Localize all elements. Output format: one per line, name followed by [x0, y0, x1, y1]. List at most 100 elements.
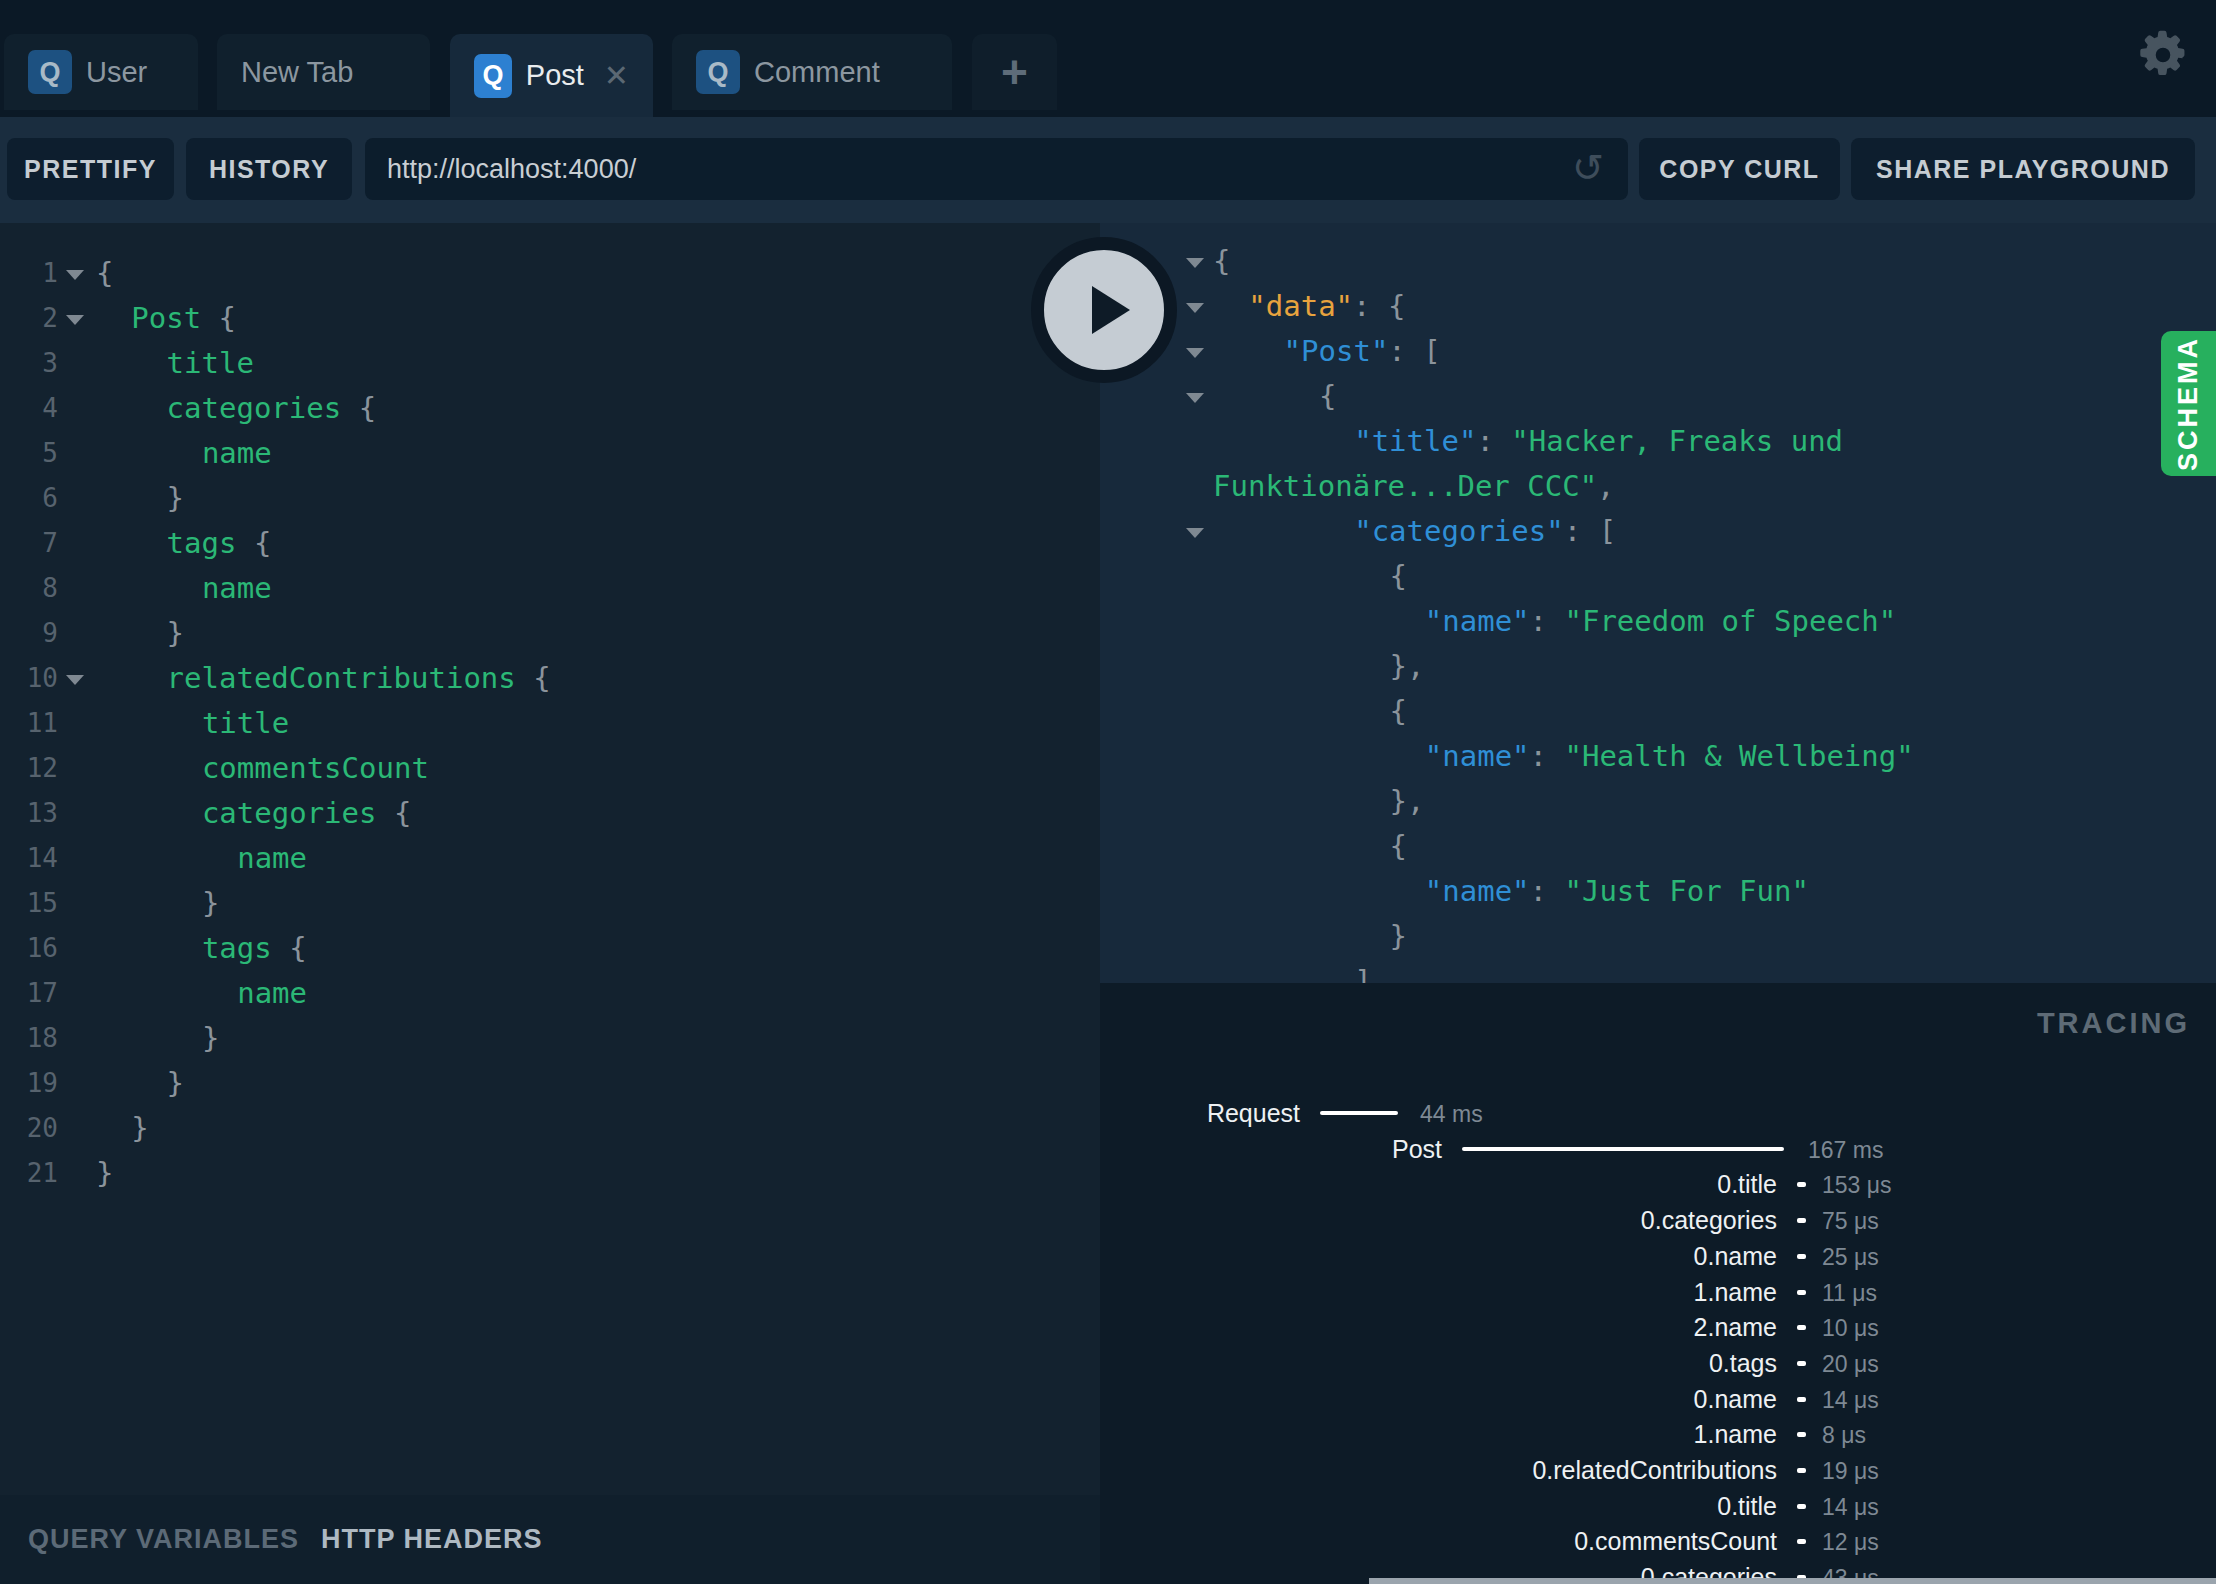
trace-duration-bar: [1797, 1290, 1806, 1295]
trace-duration-bar: [1320, 1111, 1398, 1115]
line-number: 12: [0, 746, 58, 791]
response-line: "name": "Just For Fun": [1100, 869, 2216, 914]
query-line: 5name: [0, 431, 1100, 476]
trace-duration-text: 19 μs: [1822, 1454, 1879, 1488]
tab-post[interactable]: QPost✕: [450, 34, 653, 117]
settings-gear-icon[interactable]: [2138, 30, 2188, 80]
query-line: 2Post {: [0, 296, 1100, 341]
query-line: 19}: [0, 1061, 1100, 1106]
fold-arrow-icon[interactable]: [66, 315, 84, 325]
trace-duration-text: 75 μs: [1822, 1204, 1879, 1238]
fold-arrow-icon[interactable]: [1186, 303, 1204, 313]
line-number: 17: [0, 971, 58, 1016]
history-button[interactable]: HISTORY: [186, 138, 352, 200]
query-variables-button[interactable]: QUERY VARIABLES: [28, 1524, 299, 1555]
trace-row: Post167 ms: [1100, 1132, 2216, 1166]
trace-label: 0.commentsCount: [1574, 1524, 1777, 1558]
query-line: 15}: [0, 881, 1100, 926]
trace-duration-bar: [1462, 1147, 1784, 1151]
query-type-badge: Q: [696, 50, 740, 94]
fold-arrow-icon[interactable]: [1186, 393, 1204, 403]
fold-arrow-icon[interactable]: [1186, 258, 1204, 268]
trace-duration-bar: [1797, 1254, 1806, 1259]
line-number: 16: [0, 926, 58, 971]
trace-duration-bar: [1797, 1504, 1806, 1509]
trace-row: 0.name14 μs: [1100, 1382, 2216, 1416]
trace-duration-bar: [1797, 1361, 1806, 1366]
query-line: 6}: [0, 476, 1100, 521]
query-line: 10relatedContributions {: [0, 656, 1100, 701]
response-line: {: [1100, 824, 2216, 869]
trace-duration-text: 44 ms: [1420, 1097, 1483, 1131]
line-number: 4: [0, 386, 58, 431]
response-line: "data": {: [1100, 284, 2216, 329]
share-playground-button[interactable]: SHARE PLAYGROUND: [1851, 138, 2195, 200]
trace-duration-bar: [1797, 1468, 1806, 1473]
tab-new-tab[interactable]: New Tab: [217, 34, 430, 110]
trace-label: Request: [1207, 1096, 1300, 1130]
tab-label: Post: [526, 59, 584, 92]
tracing-panel: TRACING Request44 msPost167 ms0.title153…: [1100, 983, 2216, 1584]
trace-row: 2.name10 μs: [1100, 1310, 2216, 1344]
schema-tab-button[interactable]: SCHEMA: [2161, 331, 2216, 476]
line-number: 20: [0, 1106, 58, 1151]
query-line: 16tags {: [0, 926, 1100, 971]
trace-row: 0.commentsCount 12 μs: [1100, 1524, 2216, 1558]
query-line: 20}: [0, 1106, 1100, 1151]
line-number: 9: [0, 611, 58, 656]
trace-duration-text: 153 μs: [1822, 1168, 1892, 1202]
reload-icon[interactable]: ↺: [1572, 149, 1610, 187]
response-line: {: [1100, 689, 2216, 734]
query-editor[interactable]: 1{2Post {3title4categories {5name6}7tags…: [0, 223, 1100, 1495]
line-number: 15: [0, 881, 58, 926]
line-number: 14: [0, 836, 58, 881]
line-number: 10: [0, 656, 58, 701]
trace-label: 0.tags: [1709, 1346, 1777, 1380]
query-line: 17name: [0, 971, 1100, 1016]
fold-arrow-icon[interactable]: [1186, 348, 1204, 358]
line-number: 7: [0, 521, 58, 566]
trace-row: 0.tags20 μs: [1100, 1346, 2216, 1380]
trace-duration-text: 12 μs: [1822, 1525, 1879, 1559]
graphql-playground: QUserNew Tab Q Post ✕ QComment + PRETTIFY HIS…: [0, 0, 2216, 1584]
trace-label: 0.relatedContributions: [1532, 1453, 1777, 1487]
trace-duration-text: 8 μs: [1822, 1418, 1866, 1452]
response-line: {: [1100, 554, 2216, 599]
endpoint-url-input[interactable]: http://localhost:4000/ ↺: [365, 138, 1628, 200]
close-tab-icon[interactable]: ✕: [604, 58, 629, 93]
trace-label: 0.title: [1717, 1167, 1777, 1201]
execute-query-button[interactable]: [1031, 237, 1177, 383]
play-icon: [1092, 286, 1130, 334]
line-number: 5: [0, 431, 58, 476]
schema-tab-label: SCHEMA: [2173, 336, 2204, 471]
trace-duration-bar: [1797, 1397, 1806, 1402]
query-line: 14name: [0, 836, 1100, 881]
tracing-title: TRACING: [2037, 1007, 2190, 1040]
line-number: 19: [0, 1061, 58, 1106]
response-line: ]: [1100, 959, 2216, 983]
new-tab-button[interactable]: +: [972, 34, 1057, 110]
response-line: "Post": [: [1100, 329, 2216, 374]
trace-label: 0.title: [1717, 1489, 1777, 1523]
toolbar: PRETTIFY HISTORY http://localhost:4000/ …: [0, 117, 2216, 223]
trace-label: 0.categories: [1641, 1203, 1777, 1237]
tab-user[interactable]: QUser: [4, 34, 198, 110]
prettify-button[interactable]: PRETTIFY: [7, 138, 174, 200]
tab-comment[interactable]: QComment: [672, 34, 952, 110]
fold-arrow-icon[interactable]: [1186, 528, 1204, 538]
query-line: 12commentsCount: [0, 746, 1100, 791]
trace-label: 1.name: [1694, 1275, 1777, 1309]
horizontal-scrollbar[interactable]: [1369, 1578, 2216, 1584]
response-line: "title": "Hacker, Freaks und: [1100, 419, 2216, 464]
query-type-badge: Q: [28, 50, 72, 94]
trace-duration-text: 11 μs: [1822, 1276, 1877, 1310]
http-headers-button[interactable]: HTTP HEADERS: [321, 1524, 543, 1555]
copy-curl-button[interactable]: COPY CURL: [1639, 138, 1840, 200]
line-number: 21: [0, 1151, 58, 1196]
trace-duration-text: 14 μs: [1822, 1490, 1879, 1524]
query-line: 13categories {: [0, 791, 1100, 836]
query-line: 7tags {: [0, 521, 1100, 566]
trace-row: 0.relatedContributions 19 μs: [1100, 1453, 2216, 1487]
fold-arrow-icon[interactable]: [66, 675, 84, 685]
fold-arrow-icon[interactable]: [66, 270, 84, 280]
